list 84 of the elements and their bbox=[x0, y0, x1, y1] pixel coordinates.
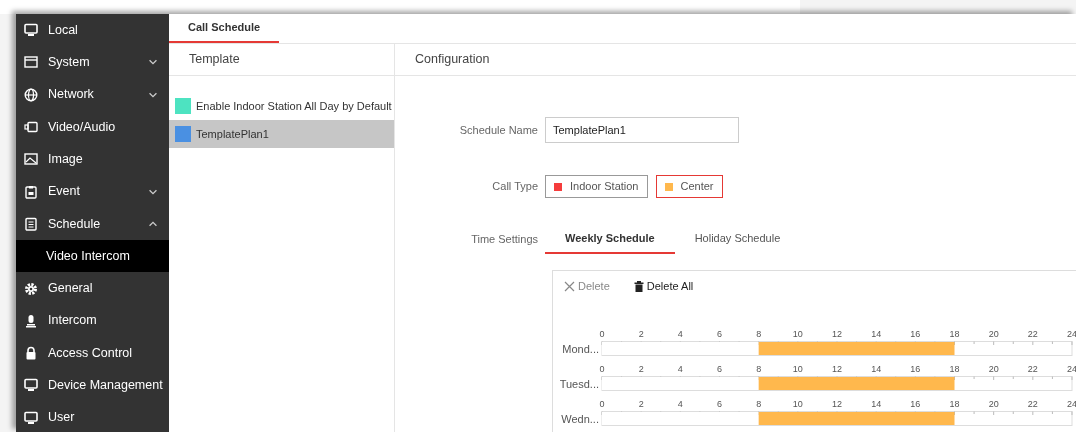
tick-label: 20 bbox=[988, 328, 999, 339]
sidebar-item[interactable]: System bbox=[16, 46, 169, 79]
tick-label: 2 bbox=[638, 328, 644, 339]
tick-label: 14 bbox=[871, 328, 882, 339]
tick-label: 24 bbox=[1067, 328, 1076, 339]
tick-label: 14 bbox=[871, 398, 882, 409]
tick-label: 12 bbox=[832, 328, 842, 339]
pane-title: Configuration bbox=[395, 44, 1076, 76]
monitor-icon bbox=[24, 410, 38, 425]
tick-label: 24 bbox=[1067, 398, 1076, 409]
close-icon bbox=[564, 280, 575, 292]
tick-label: 8 bbox=[756, 328, 762, 339]
sidebar-item[interactable]: User bbox=[16, 401, 169, 432]
tab[interactable]: Holiday Schedule bbox=[674, 224, 801, 254]
picture-icon bbox=[24, 152, 38, 167]
tick-label: 18 bbox=[949, 363, 960, 374]
tab[interactable]: Call Schedule bbox=[169, 14, 280, 43]
pane-title: Template bbox=[169, 44, 394, 76]
tick-label: 18 bbox=[949, 398, 960, 409]
tick-label: 6 bbox=[717, 363, 722, 374]
list-icon bbox=[24, 216, 38, 231]
tick-label: 4 bbox=[677, 363, 683, 374]
toolbar-button: Delete bbox=[564, 278, 610, 295]
toolbar-button[interactable]: Delete All bbox=[633, 278, 694, 295]
tick-label: 10 bbox=[792, 398, 803, 409]
tick-label: 0 bbox=[599, 398, 605, 409]
tick-label: 10 bbox=[792, 363, 803, 374]
tick-label: 8 bbox=[756, 398, 762, 409]
sidebar-item[interactable]: Access Control bbox=[16, 336, 169, 370]
trash-icon bbox=[633, 280, 644, 292]
tick-label: 4 bbox=[677, 398, 683, 409]
tick-label: 6 bbox=[717, 328, 722, 339]
sidebar-item[interactable]: General bbox=[16, 272, 169, 305]
tick-label: 18 bbox=[949, 328, 960, 339]
sidebar-item[interactable]: Device Management bbox=[16, 369, 169, 402]
tick-label: 24 bbox=[1067, 363, 1076, 374]
sidebar-item[interactable]: Image bbox=[16, 143, 169, 176]
field-label: Call Type bbox=[491, 179, 539, 195]
day-label: Wedn... bbox=[561, 412, 599, 425]
lock-icon bbox=[24, 346, 38, 361]
monitor-icon bbox=[24, 23, 38, 38]
tick-label: 2 bbox=[638, 398, 644, 409]
template-item[interactable]: TemplatePlan1 bbox=[169, 120, 394, 148]
tick-label: 6 bbox=[717, 398, 722, 409]
tick-label: 0 bbox=[599, 328, 605, 339]
tick-label: 12 bbox=[832, 398, 842, 409]
tick-label: 14 bbox=[871, 363, 882, 374]
tick-label: 8 bbox=[756, 363, 762, 374]
globe-icon bbox=[24, 87, 38, 102]
tick-label: 0 bbox=[599, 363, 605, 374]
tick-label: 16 bbox=[910, 398, 921, 409]
call-type-option[interactable]: Center bbox=[655, 175, 723, 198]
template-item[interactable]: Enable Indoor Station All Day by Default bbox=[169, 92, 394, 120]
tick-label: 16 bbox=[910, 328, 921, 339]
tick-label: 20 bbox=[988, 398, 999, 409]
schedule-name-field[interactable]: TemplatePlan1 bbox=[545, 117, 739, 143]
day-label: Tuesd... bbox=[559, 377, 599, 390]
tick-label: 10 bbox=[792, 328, 803, 339]
call-type-option[interactable]: Indoor Station bbox=[545, 175, 648, 198]
microphone-icon bbox=[24, 313, 38, 328]
tick-label: 22 bbox=[1027, 363, 1038, 374]
tab[interactable]: Weekly Schedule bbox=[545, 224, 675, 254]
field-label: Schedule Name bbox=[458, 122, 539, 138]
tick-label: 12 bbox=[832, 363, 842, 374]
sidebar-item[interactable]: Local bbox=[16, 14, 169, 47]
camera-icon bbox=[24, 120, 38, 135]
sidebar-item[interactable]: Intercom bbox=[16, 304, 169, 337]
monitor-icon bbox=[24, 378, 38, 393]
window-icon bbox=[24, 55, 38, 70]
tick-label: 16 bbox=[910, 363, 921, 374]
sidebar-item[interactable]: Event bbox=[16, 175, 169, 208]
sidebar-item[interactable]: Network bbox=[16, 78, 169, 111]
day-label: Mond... bbox=[562, 342, 599, 355]
field-label: Time Settings bbox=[470, 231, 539, 247]
tick-label: 4 bbox=[677, 328, 683, 339]
tick-label: 2 bbox=[638, 363, 644, 374]
sidebar-item[interactable]: Video Intercom bbox=[16, 240, 169, 273]
clipboard-icon bbox=[24, 184, 38, 199]
tick-label: 20 bbox=[988, 363, 999, 374]
sidebar-item[interactable]: Video/Audio bbox=[16, 110, 169, 144]
tick-label: 22 bbox=[1027, 398, 1038, 409]
tick-label: 22 bbox=[1027, 328, 1038, 339]
sidebar-item[interactable]: Schedule bbox=[16, 207, 169, 241]
gear-icon bbox=[24, 281, 38, 296]
